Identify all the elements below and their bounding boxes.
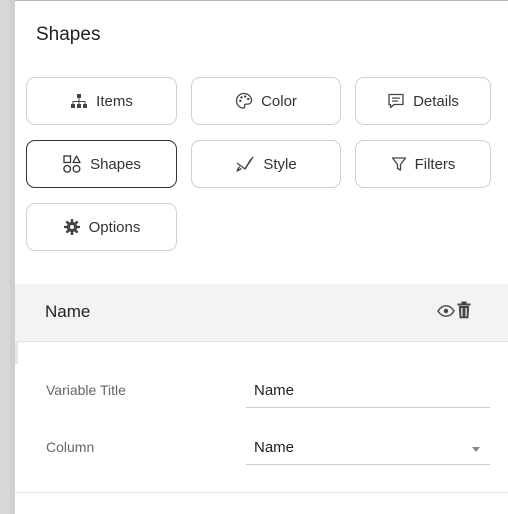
variable-title-label: Variable Title — [46, 382, 126, 398]
chevron-down-icon — [472, 447, 480, 452]
filter-icon — [391, 156, 407, 172]
tab-filters[interactable]: Filters — [355, 140, 491, 188]
tab-items-label: Items — [96, 92, 133, 110]
tab-style-label: Style — [263, 155, 297, 173]
section-header[interactable]: Name — [15, 284, 508, 342]
panel-title: Shapes — [36, 24, 101, 45]
tab-shapes[interactable]: Shapes — [26, 140, 177, 188]
section-divider — [15, 342, 18, 364]
column-select[interactable]: Name — [246, 436, 490, 465]
eye-icon[interactable] — [437, 304, 455, 323]
shapes-panel: Shapes Items Color Details Shapes Style … — [0, 0, 508, 514]
tab-options[interactable]: Options — [26, 203, 177, 251]
hierarchy-icon — [70, 93, 88, 109]
gear-icon — [63, 218, 81, 236]
tab-color-label: Color — [261, 92, 297, 110]
left-rail-shadow — [10, 0, 15, 514]
palette-icon — [235, 92, 253, 110]
tab-options-label: Options — [88, 218, 141, 236]
trash-icon[interactable] — [457, 301, 471, 324]
tab-details-label: Details — [413, 92, 459, 110]
brush-icon — [235, 155, 255, 173]
tab-style[interactable]: Style — [191, 140, 341, 188]
column-label: Column — [46, 439, 95, 455]
panel-top-border — [15, 0, 508, 1]
variable-title-input[interactable]: Name — [246, 379, 490, 408]
tab-items[interactable]: Items — [26, 77, 177, 125]
section-title: Name — [45, 302, 91, 321]
tab-details[interactable]: Details — [355, 77, 491, 125]
tab-shapes-label: Shapes — [90, 155, 141, 173]
column-select-value: Name — [254, 439, 295, 456]
bottom-divider — [15, 492, 508, 493]
tab-color[interactable]: Color — [191, 77, 341, 125]
tab-filters-label: Filters — [414, 155, 456, 173]
shapes-icon — [62, 154, 82, 174]
comment-icon — [387, 92, 405, 110]
